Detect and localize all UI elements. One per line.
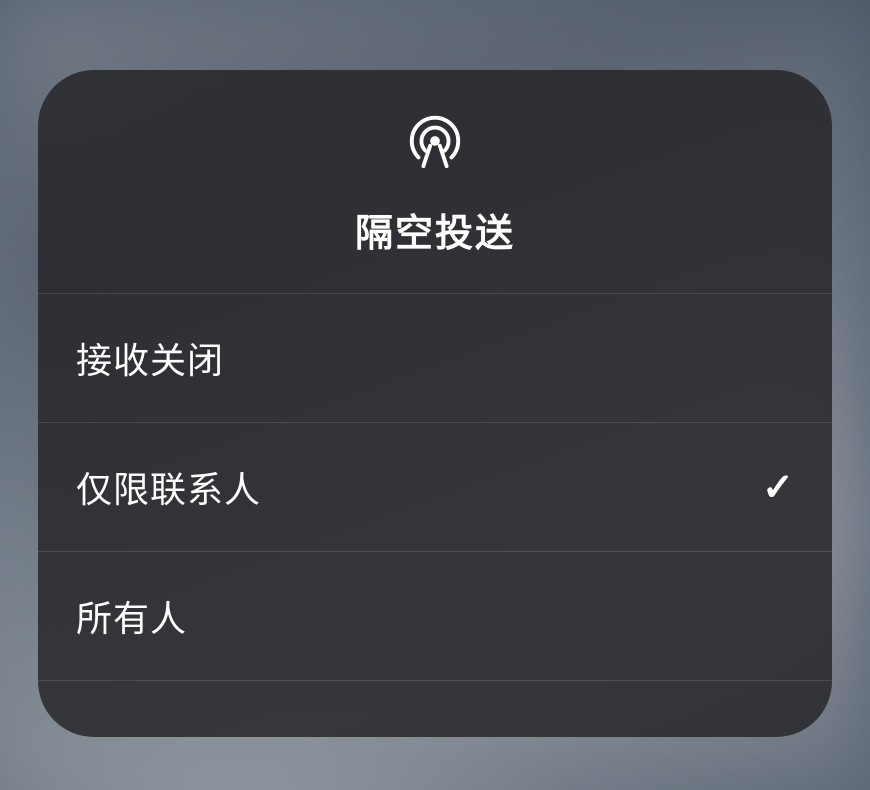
option-receiving-off[interactable]: 接收关闭: [38, 294, 832, 423]
modal-header: 隔空投送: [38, 70, 832, 294]
airdrop-settings-modal: 隔空投送 接收关闭 仅限联系人 ✓ 所有人: [38, 70, 832, 737]
airdrop-option-list: 接收关闭 仅限联系人 ✓ 所有人: [38, 294, 832, 681]
option-label: 接收关闭: [76, 332, 224, 384]
option-contacts-only[interactable]: 仅限联系人 ✓: [38, 423, 832, 552]
airdrop-icon: [404, 108, 466, 170]
modal-title: 隔空投送: [355, 202, 515, 257]
checkmark-icon: ✓: [762, 465, 794, 510]
option-label: 仅限联系人: [76, 461, 261, 513]
modal-footer-space: [38, 681, 832, 737]
option-everyone[interactable]: 所有人: [38, 552, 832, 681]
option-label: 所有人: [76, 590, 187, 642]
